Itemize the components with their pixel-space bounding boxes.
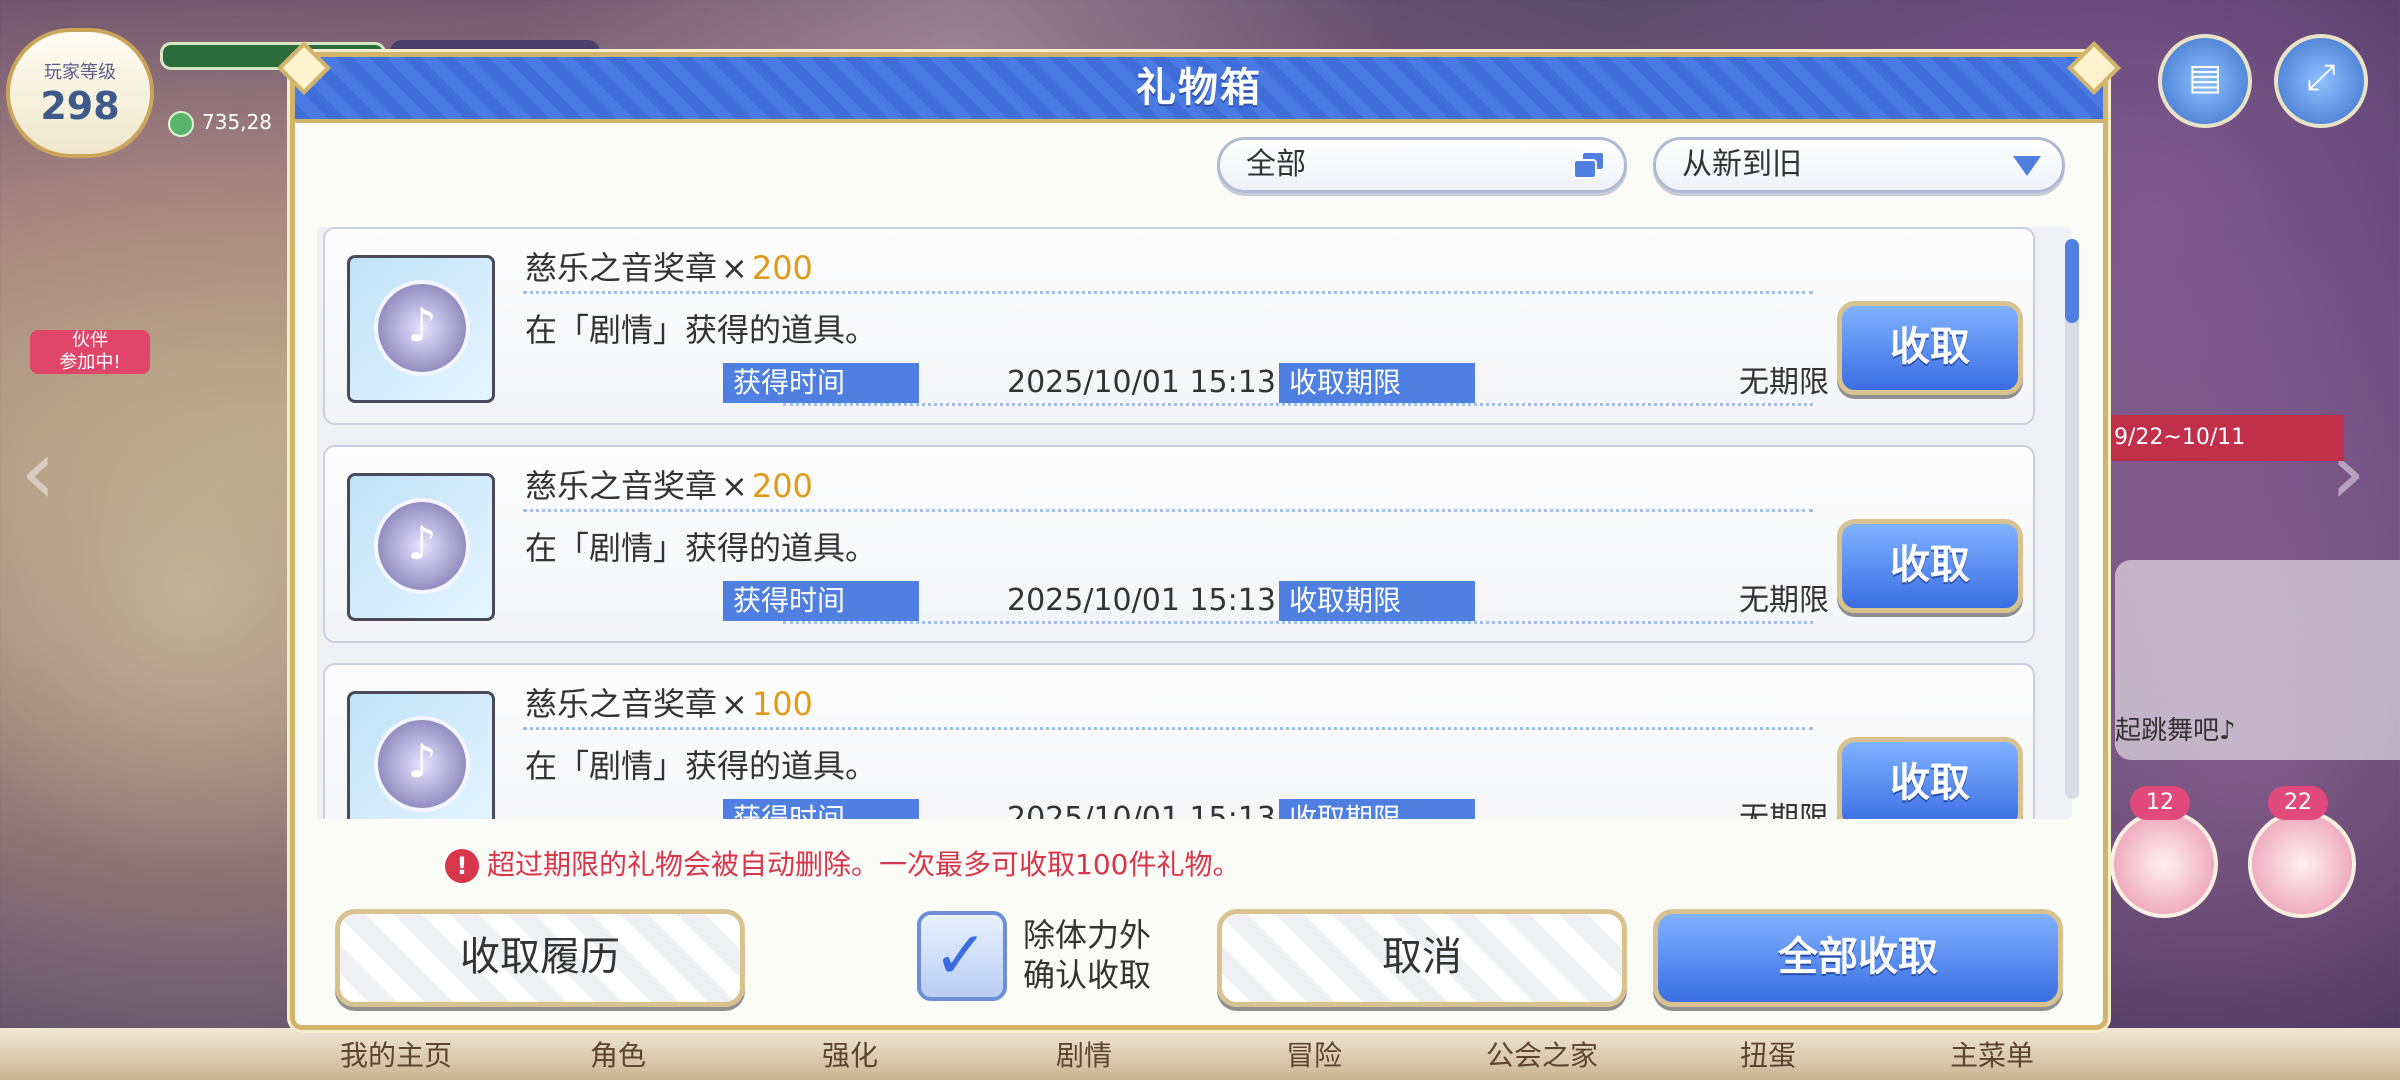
gold-value: 735,28 bbox=[202, 110, 272, 134]
medal-item-icon bbox=[347, 473, 495, 621]
divider bbox=[783, 403, 1813, 406]
checkbox-label-line2: 确认收取 bbox=[1023, 956, 1152, 994]
gift-box-dialog: 礼物箱 全部 从新到旧 慈乐之音奖章×200 在「剧情」获得的道具。 获得时间 … bbox=[277, 41, 2121, 1030]
obtained-time-label: 获得时间 bbox=[723, 581, 919, 621]
confirm-checkbox-label[interactable]: 除体力外 确认收取 bbox=[1023, 915, 1151, 995]
item-times: × bbox=[721, 249, 748, 287]
cancel-button[interactable]: 取消 bbox=[1217, 909, 1627, 1007]
item-qty: 100 bbox=[751, 685, 813, 723]
divider bbox=[523, 509, 1813, 512]
item-name-line: 慈乐之音奖章 × 100 bbox=[525, 679, 813, 725]
nav-main-menu[interactable]: 主菜单 bbox=[1950, 1034, 2034, 1074]
claim-button[interactable]: 收取 bbox=[1837, 519, 2023, 613]
event-date-ribbon: 9/22~10/11 bbox=[2100, 415, 2344, 461]
list-scrollbar[interactable] bbox=[2065, 239, 2079, 799]
obtained-time-value: 2025/10/01 15:13 bbox=[1007, 801, 1276, 819]
divider bbox=[783, 621, 1813, 624]
checkmark-icon: ✓ bbox=[933, 917, 989, 994]
claim-limit-value: 无期限 bbox=[1739, 801, 1829, 819]
gift-item: 慈乐之音奖章×200 在「剧情」获得的道具。 获得时间 2025/10/01 1… bbox=[323, 445, 2035, 643]
task-button[interactable] bbox=[2110, 810, 2218, 918]
divider bbox=[523, 291, 1813, 294]
claim-limit-value: 无期限 bbox=[1739, 583, 1829, 618]
nav-guild[interactable]: 公会之家 bbox=[1486, 1034, 1598, 1074]
nav-enhance[interactable]: 强化 bbox=[822, 1034, 878, 1074]
item-times: × bbox=[721, 467, 748, 505]
claim-history-button[interactable]: 收取履历 bbox=[335, 909, 745, 1007]
expiry-notice: ! 超过期限的礼物会被自动删除。一次最多可收取100件礼物。 bbox=[445, 843, 1240, 883]
bottom-nav: 我的主页 角色 强化 剧情 冒险 公会之家 扭蛋 主菜单 bbox=[0, 1028, 2400, 1080]
companion-pill: 伙伴 参加中! bbox=[30, 330, 150, 374]
claim-all-button[interactable]: 全部收取 bbox=[1653, 909, 2063, 1007]
gift-list[interactable]: 慈乐之音奖章×200 在「剧情」获得的道具。 获得时间 2025/10/01 1… bbox=[317, 227, 2072, 819]
nav-gacha[interactable]: 扭蛋 bbox=[1740, 1034, 1796, 1074]
gift-item: 慈乐之音奖章×100 在「剧情」获得的道具。 获得时间 2025/10/01 1… bbox=[323, 663, 2035, 819]
sort-dropdown[interactable]: 从新到旧 bbox=[1653, 137, 2065, 193]
side-message-text: 起跳舞吧♪ bbox=[2115, 716, 2236, 746]
player-level-badge: 玩家等级 298 bbox=[6, 28, 154, 158]
notice-text: 超过期限的礼物会被自动删除。一次最多可收取100件礼物。 bbox=[487, 848, 1241, 881]
nav-characters[interactable]: 角色 bbox=[590, 1034, 646, 1074]
sort-value: 从新到旧 bbox=[1682, 147, 1802, 182]
gold-display: 735,28 bbox=[168, 110, 272, 137]
companion-badge[interactable]: 伙伴 参加中! bbox=[20, 230, 150, 380]
obtained-time-value: 2025/10/01 15:13 bbox=[1007, 583, 1276, 618]
item-qty: 200 bbox=[751, 249, 813, 287]
dialog-header: 礼物箱 bbox=[295, 57, 2103, 123]
claim-button[interactable]: 收取 bbox=[1837, 301, 2023, 395]
obtained-time-label: 获得时间 bbox=[723, 799, 919, 819]
gift-count-badge: 22 bbox=[2268, 786, 2328, 820]
claim-limit-value: 无期限 bbox=[1739, 365, 1829, 400]
warning-icon: ! bbox=[445, 849, 479, 883]
nav-story[interactable]: 剧情 bbox=[1056, 1034, 1112, 1074]
coin-icon bbox=[168, 110, 194, 137]
layout-icon[interactable]: ▤ bbox=[2158, 34, 2252, 128]
item-name: 慈乐之音奖章 bbox=[525, 249, 718, 287]
item-name: 慈乐之音奖章 bbox=[525, 467, 718, 505]
confirm-checkbox[interactable]: ✓ bbox=[917, 911, 1007, 1001]
item-name-line: 慈乐之音奖章 × 200 bbox=[525, 243, 813, 289]
medal-item-icon bbox=[347, 255, 495, 403]
item-name-line: 慈乐之音奖章 × 200 bbox=[525, 461, 813, 507]
player-level-value: 298 bbox=[40, 84, 120, 128]
item-name: 慈乐之音奖章 bbox=[525, 685, 718, 723]
checkbox-label-line1: 除体力外 bbox=[1023, 916, 1152, 954]
fullscreen-icon[interactable]: ⤢ bbox=[2274, 34, 2368, 128]
player-level-label: 玩家等级 bbox=[44, 62, 116, 83]
scrollbar-thumb[interactable] bbox=[2065, 239, 2079, 323]
divider bbox=[523, 727, 1813, 730]
item-desc: 在「剧情」获得的道具。 bbox=[525, 529, 878, 567]
chevron-down-icon bbox=[2013, 156, 2041, 176]
item-desc: 在「剧情」获得的道具。 bbox=[525, 747, 878, 785]
task-count-badge: 12 bbox=[2130, 786, 2190, 820]
nav-home[interactable]: 我的主页 bbox=[340, 1034, 452, 1074]
obtained-time-value: 2025/10/01 15:13 bbox=[1007, 365, 1276, 400]
nav-adventure[interactable]: 冒险 bbox=[1286, 1034, 1342, 1074]
filter-value: 全部 bbox=[1246, 147, 1306, 182]
dialog-title: 礼物箱 bbox=[1136, 65, 1262, 111]
claim-limit-label: 收取期限 bbox=[1279, 363, 1475, 403]
obtained-time-label: 获得时间 bbox=[723, 363, 919, 403]
gift-button[interactable] bbox=[2248, 810, 2356, 918]
claim-limit-label: 收取期限 bbox=[1279, 799, 1475, 819]
item-times: × bbox=[721, 685, 748, 723]
filter-dropdown[interactable]: 全部 bbox=[1217, 137, 1627, 193]
item-qty: 200 bbox=[751, 467, 813, 505]
medal-item-icon bbox=[347, 691, 495, 819]
item-desc: 在「剧情」获得的道具。 bbox=[525, 311, 878, 349]
claim-limit-label: 收取期限 bbox=[1279, 581, 1475, 621]
gift-item: 慈乐之音奖章×200 在「剧情」获得的道具。 获得时间 2025/10/01 1… bbox=[323, 227, 2035, 425]
claim-button[interactable]: 收取 bbox=[1837, 737, 2023, 819]
left-arrow-icon[interactable]: ‹ bbox=[20, 420, 56, 525]
filter-icon bbox=[1573, 151, 1605, 179]
